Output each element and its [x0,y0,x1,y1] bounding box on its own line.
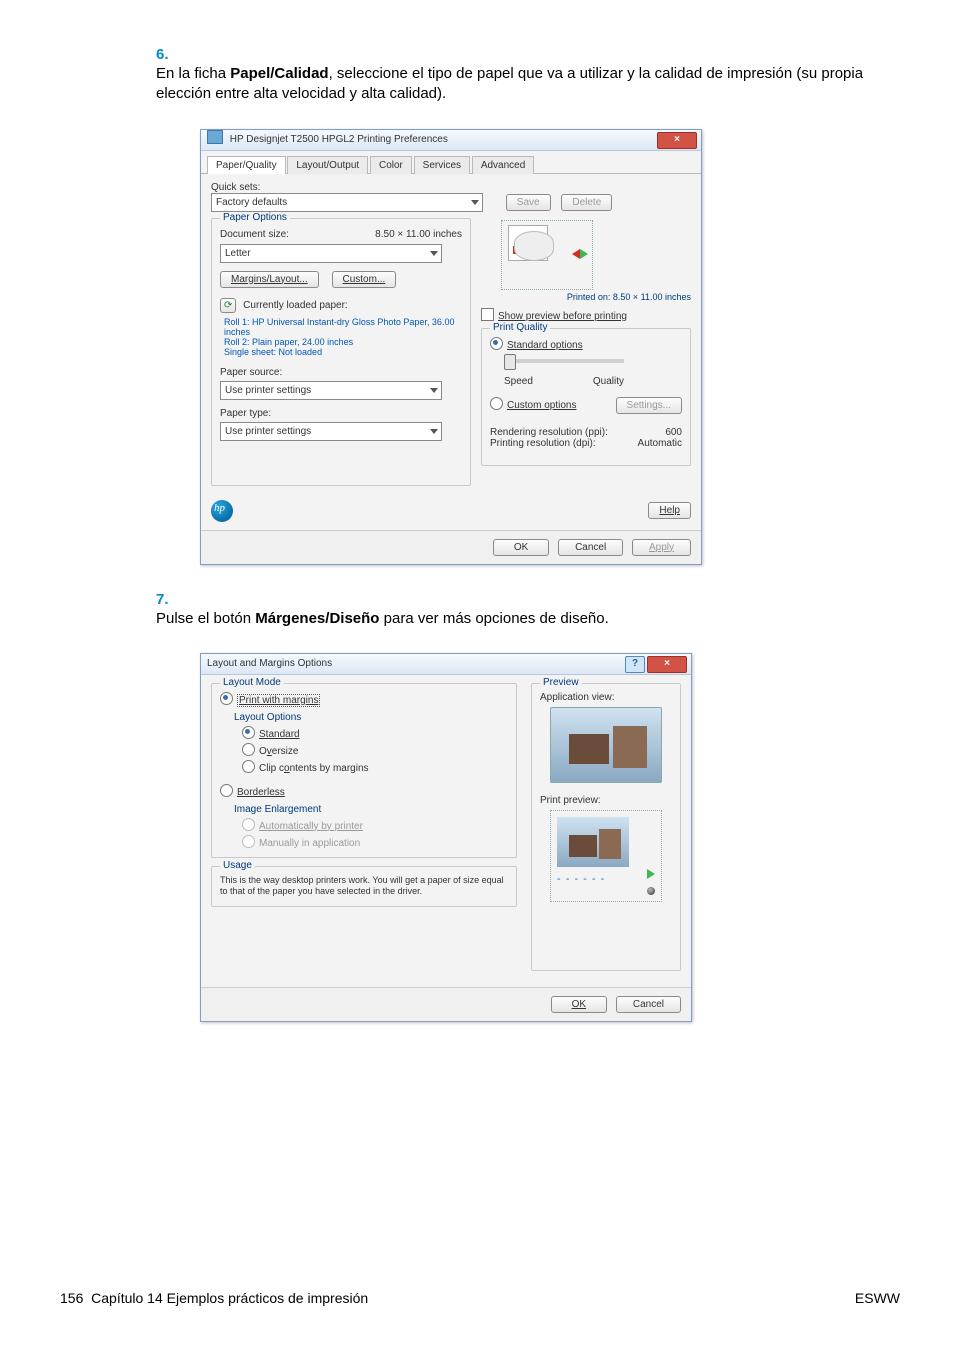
page-footer-left: 156 Capítulo 14 Ejemplos prácticos de im… [60,1290,368,1306]
cancel-button-2[interactable]: Cancel [616,996,681,1013]
refresh-loaded-paper-button[interactable]: ⟳ [220,298,236,313]
document-size-value: 8.50 × 11.00 inches [375,229,462,240]
show-preview-label: Show preview before printing [498,311,627,322]
clip-contents-label: Clip contents by margins [259,763,369,774]
printer-icon [207,130,223,144]
standard-radio[interactable] [242,726,255,739]
close-button-2[interactable]: × [647,656,687,673]
close-button[interactable]: × [657,132,697,149]
currently-loaded-label: Currently loaded paper: [243,300,348,311]
step-6-number: 6. [156,46,186,63]
save-button[interactable]: Save [506,194,551,211]
tab-paper-quality[interactable]: Paper/Quality [207,156,286,174]
custom-button[interactable]: Custom... [332,271,397,288]
print-quality-group: Print Quality Standard options Speed Qua… [481,328,691,466]
step-7: 7. Pulse el botón Márgenes/Diseño para v… [156,591,904,629]
quick-sets-label: Quick sets: [211,182,691,193]
layout-margins-dialog: Layout and Margins Options ? × Layout Mo… [200,653,692,1022]
application-view-image [550,707,662,783]
quick-sets-dropdown[interactable]: Factory defaults [211,193,483,212]
printing-res-label: Printing resolution (dpi): [490,438,596,449]
page-preview [501,220,593,290]
paper-type-label: Paper type: [220,408,462,419]
speed-label: Speed [504,376,533,387]
settings-button[interactable]: Settings... [616,397,682,414]
manual-in-app-radio [242,835,255,848]
rendering-res-label: Rendering resolution (ppi): [490,427,608,438]
layout-mode-label: Layout Mode [220,677,284,688]
refresh-icon: ⟳ [224,300,232,311]
quality-label: Quality [593,376,624,387]
delete-button[interactable]: Delete [561,194,612,211]
tab-color[interactable]: Color [370,156,412,174]
custom-options-label: Custom options [507,400,576,411]
step-6: 6. En la ficha Papel/Calidad, seleccione… [156,46,904,105]
margins-layout-button[interactable]: Margins/Layout... [220,271,319,288]
document-size-label: Document size: [220,229,289,240]
usage-label: Usage [220,860,255,871]
tab-advanced[interactable]: Advanced [472,156,534,174]
application-view-label: Application view: [540,692,672,703]
tab-layout-output[interactable]: Layout/Output [287,156,368,174]
paper-options-group: Paper Options Document size: 8.50 × 11.0… [211,218,471,486]
dialog1-titlebar[interactable]: HP Designjet T2500 HPGL2 Printing Prefer… [201,130,701,151]
printed-on-label: Printed on: 8.50 × 11.00 inches [481,292,691,302]
step-7-text: Pulse el botón Márgenes/Diseño para ver … [156,609,886,629]
arrow-icon [580,249,588,259]
print-with-margins-label: Print with margins [237,694,320,707]
oversize-label: Oversize [259,746,298,757]
show-preview-checkbox[interactable] [481,308,494,321]
standard-options-label: Standard options [507,340,583,351]
print-preview-image: - - - - - - [550,810,662,902]
auto-by-printer-radio [242,818,255,831]
print-preview-label: Print preview: [540,795,672,806]
borderless-radio[interactable] [220,784,233,797]
apply-button[interactable]: Apply [632,539,691,556]
standard-label: Standard [259,729,300,740]
image-enlargement-label: Image Enlargement [234,804,508,815]
usage-text: This is the way desktop printers work. Y… [220,875,508,898]
paper-options-label: Paper Options [220,212,290,223]
borderless-label: Borderless [237,787,285,798]
paper-source-dropdown[interactable]: Use printer settings [220,381,442,400]
standard-options-radio[interactable] [490,337,503,350]
paper-type-dropdown[interactable]: Use printer settings [220,422,442,441]
arrow-icon-2 [647,869,655,879]
preview-label: Preview [540,677,582,688]
ok-button[interactable]: OK [493,539,549,556]
hp-logo-icon [211,500,233,522]
help-button[interactable]: Help [648,502,691,519]
step-6-text: En la ficha Papel/Calidad, seleccione el… [156,64,886,105]
roll-icon [647,887,655,895]
custom-options-radio[interactable] [490,397,503,410]
manual-in-app-label: Manually in application [259,838,360,849]
ok-button-2[interactable]: OK [551,996,607,1013]
layout-options-label: Layout Options [234,712,508,723]
print-quality-label: Print Quality [490,322,550,333]
dialog1-title: HP Designjet T2500 HPGL2 Printing Prefer… [230,134,448,145]
tab-services[interactable]: Services [414,156,470,174]
layout-mode-group: Layout Mode Print with margins Layout Op… [211,683,517,858]
dialog1-tabs: Paper/Quality Layout/Output Color Servic… [201,151,701,174]
help-icon[interactable]: ? [625,656,645,673]
usage-group: Usage This is the way desktop printers w… [211,866,517,907]
quick-sets-row: Quick sets: Factory defaults Save Delete [211,182,691,212]
dialog2-titlebar[interactable]: Layout and Margins Options ? × [201,654,691,675]
printing-preferences-dialog: HP Designjet T2500 HPGL2 Printing Prefer… [200,129,702,565]
document-size-dropdown[interactable]: Letter [220,244,442,263]
clip-contents-radio[interactable] [242,760,255,773]
oversize-radio[interactable] [242,743,255,756]
preview-group: Preview Application view: Print preview:… [531,683,681,971]
cancel-button[interactable]: Cancel [558,539,623,556]
paper-source-label: Paper source: [220,367,462,378]
quality-slider[interactable] [504,359,624,363]
step-7-number: 7. [156,591,186,608]
rendering-res-value: 600 [665,427,682,438]
print-with-margins-radio[interactable] [220,692,233,705]
printing-res-value: Automatic [638,438,682,449]
dialog2-title: Layout and Margins Options [207,658,332,669]
auto-by-printer-label: Automatically by printer [259,821,363,832]
page-footer-right: ESWW [855,1290,900,1306]
loaded-paper-list: Roll 1: HP Universal Instant-dry Gloss P… [224,317,462,357]
